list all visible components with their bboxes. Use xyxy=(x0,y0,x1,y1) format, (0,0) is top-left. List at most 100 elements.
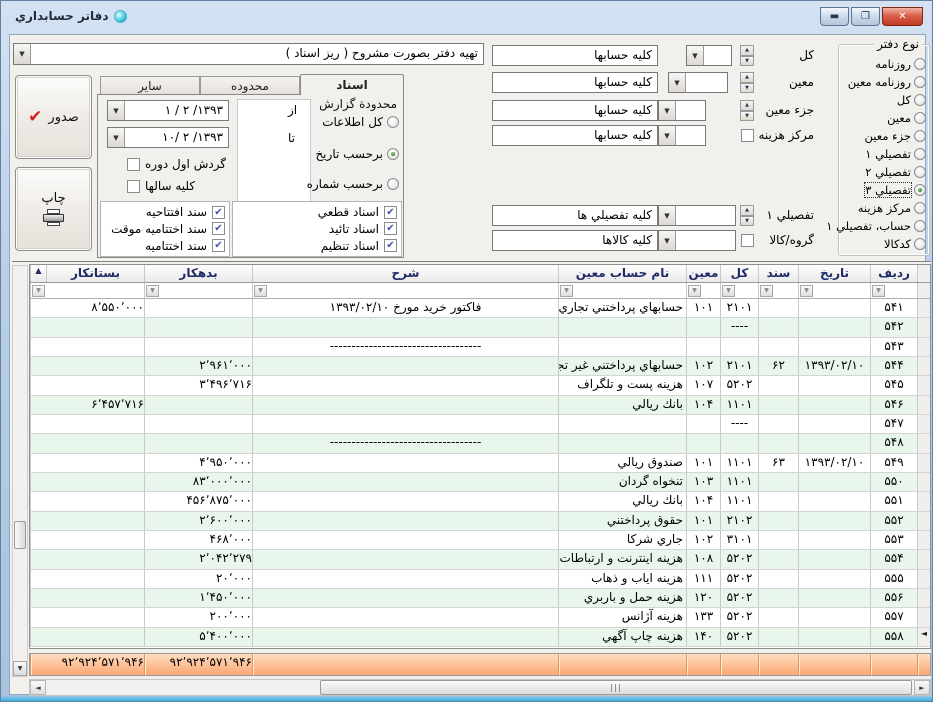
checkbox-icon[interactable] xyxy=(741,129,754,142)
table-row[interactable]: ۵۴۶۱۱۰۱۱۰۴بانك ريالي۶٬۴۵۷٬۷۱۶ xyxy=(30,396,930,415)
table-row[interactable]: ۵۵۰۱۱۰۱۱۰۳تنخواه گردان۸۳٬۰۰۰٬۰۰۰ xyxy=(30,473,930,492)
print-button[interactable]: چاپ xyxy=(15,167,92,251)
checkbox-icon[interactable] xyxy=(741,234,754,247)
book-type-option[interactable]: تفصيلي ۱ xyxy=(841,147,926,161)
account-filter-combo[interactable]: ▼ xyxy=(658,230,736,251)
checkbox-temp-closing-doc[interactable]: ✔ سند اختتاميه موقت xyxy=(105,222,225,236)
book-type-option[interactable]: روزنامه xyxy=(841,57,926,71)
account-filter-combo[interactable]: ▼ xyxy=(668,72,728,93)
from-date-picker[interactable]: ▼ ۱۳۹۳/ ۲ / ۱ xyxy=(107,100,229,121)
column-header-date[interactable]: تاريخ xyxy=(798,265,870,282)
radio-icon[interactable] xyxy=(914,94,926,106)
account-filter-combo[interactable]: ▼ xyxy=(658,205,736,226)
checkbox-checked-icon[interactable]: ✔ xyxy=(212,239,225,252)
table-row[interactable]: ۵۵۳۳۱۰۱۱۰۲جاري شركا۴۶۸٬۰۰۰ xyxy=(30,531,930,550)
column-header-doc[interactable]: سند xyxy=(758,265,798,282)
radio-icon[interactable] xyxy=(914,58,926,70)
issue-button[interactable]: صدور ✔ xyxy=(15,75,92,159)
filter-icon[interactable]: ▼ xyxy=(688,285,701,297)
checkbox-confirmed-docs[interactable]: ✔ اسناد تائيد xyxy=(237,222,397,236)
book-type-option[interactable]: كل xyxy=(841,93,926,107)
spinner-down-icon[interactable]: ▼ xyxy=(740,111,754,122)
table-row[interactable]: ۵۵۵۵۲۰۲۱۱۱هزينه اياب و ذهاب۲۰٬۰۰۰ xyxy=(30,570,930,589)
table-row[interactable]: ۵۴۹۱۳۹۳/۰۲/۱۰۶۳۱۱۰۱۱۰۱صندوق ريالي۴٬۹۵۰٬۰… xyxy=(30,454,930,473)
report-style-combo[interactable]: ▼ تهيه دفتر بصورت مشروح ( ريز اسناد ) xyxy=(13,43,484,65)
tab-other[interactable]: ساير xyxy=(100,76,200,95)
book-type-option[interactable]: معين xyxy=(841,111,926,125)
scroll-right-button[interactable]: ► xyxy=(914,680,930,695)
radio-icon[interactable] xyxy=(914,238,926,250)
filter-icon[interactable]: ▼ xyxy=(872,285,885,297)
account-filter-value[interactable]: كليه كالاها xyxy=(492,230,658,251)
radio-icon[interactable] xyxy=(387,178,399,190)
chevron-down-icon[interactable]: ▼ xyxy=(108,128,125,147)
column-header-row[interactable]: رديف xyxy=(870,265,917,282)
filter-icon[interactable]: ▼ xyxy=(146,285,159,297)
column-header-credit[interactable]: بستانكار xyxy=(46,265,144,282)
checkbox-final-docs[interactable]: ✔ اسناد قطعي xyxy=(237,205,397,219)
checkbox-opening-turnover[interactable]: گردش اول دوره xyxy=(127,157,226,171)
horizontal-scrollbar[interactable]: ◄ ► xyxy=(29,679,931,696)
radio-icon[interactable] xyxy=(914,112,926,124)
column-header-name[interactable]: نام حساب معين xyxy=(558,265,686,282)
table-row[interactable]: ۵۴۵۵۲۰۲۱۰۷هزينه پست و تلگراف۳٬۴۹۶٬۷۱۶ xyxy=(30,376,930,395)
tab-documents[interactable]: اسناد xyxy=(300,74,404,95)
column-header-desc[interactable]: شرح xyxy=(252,265,558,282)
column-header-moein[interactable]: معين xyxy=(686,265,720,282)
title-bar[interactable]: دفاتر حسابداري ▬ ❐ ✕ xyxy=(1,1,932,34)
checkbox-opening-doc[interactable]: ✔ سند افتتاحيه xyxy=(105,205,225,219)
spinner-up-icon[interactable]: ▲ xyxy=(740,45,754,56)
checkbox-checked-icon[interactable]: ✔ xyxy=(384,222,397,235)
account-filter-value[interactable]: كليه حسابها xyxy=(492,72,658,93)
filter-icon[interactable]: ▼ xyxy=(722,285,735,297)
spinner-up-icon[interactable]: ▲ xyxy=(740,100,754,111)
minimize-button[interactable]: ▬ xyxy=(820,7,849,26)
chevron-down-icon[interactable]: ▼ xyxy=(659,206,676,225)
chevron-down-icon[interactable]: ▼ xyxy=(659,126,676,145)
spinner-control[interactable]: ▲▼ xyxy=(740,72,754,93)
range-option-by-number[interactable]: برحسب شماره xyxy=(307,177,399,191)
chevron-down-icon[interactable]: ▼ xyxy=(687,46,704,65)
table-row[interactable]: ۵۵۴۵۲۰۲۱۰۸هزينه اينترنت و ارتباطات راديو… xyxy=(30,550,930,569)
spinner-control[interactable]: ▲▼ xyxy=(740,45,754,66)
radio-icon[interactable] xyxy=(914,220,926,232)
scroll-left-button[interactable]: ◄ xyxy=(30,680,46,695)
table-row[interactable]: ۵۴۸----------------------------------- xyxy=(30,434,930,453)
book-type-option[interactable]: جزء معين xyxy=(841,129,926,143)
to-date-picker[interactable]: ▼ ۱۳۹۳/ ۲ /۱۰ xyxy=(107,127,229,148)
checkbox-checked-icon[interactable]: ✔ xyxy=(384,206,397,219)
checkbox-checked-icon[interactable]: ✔ xyxy=(212,206,225,219)
radio-icon[interactable] xyxy=(914,202,926,214)
checkbox-closing-doc[interactable]: ✔ سند اختتاميه xyxy=(105,239,225,253)
radio-selected-icon[interactable] xyxy=(387,148,399,160)
spinner-down-icon[interactable]: ▼ xyxy=(740,56,754,67)
spinner-control[interactable]: ▲▼ xyxy=(740,100,754,121)
book-type-option[interactable]: تفصيلي ۳ xyxy=(841,183,926,197)
table-row[interactable]: ۵۴۷---- xyxy=(30,415,930,434)
chevron-down-icon[interactable]: ▼ xyxy=(659,231,676,250)
table-row[interactable]: ۵۴۲---- xyxy=(30,318,930,337)
chevron-down-icon[interactable]: ▼ xyxy=(108,101,125,120)
account-filter-combo[interactable]: ▼ xyxy=(658,125,706,146)
maximize-button[interactable]: ❐ xyxy=(851,7,880,26)
header-corner-cell[interactable]: ▲ xyxy=(30,265,46,282)
account-filter-value[interactable]: كليه حسابها xyxy=(492,45,658,66)
table-row[interactable]: ۵۴۳----------------------------------- xyxy=(30,338,930,357)
close-button[interactable]: ✕ xyxy=(882,7,923,26)
book-type-option[interactable]: تفصيلي ۲ xyxy=(841,165,926,179)
spinner-down-icon[interactable]: ▼ xyxy=(740,216,754,227)
checkbox-draft-docs[interactable]: ✔ اسناد تنظيم xyxy=(237,239,397,253)
chevron-down-icon[interactable]: ▼ xyxy=(14,44,31,64)
account-filter-value[interactable]: كليه حسابها xyxy=(492,100,658,121)
radio-icon[interactable] xyxy=(914,130,926,142)
spinner-up-icon[interactable]: ▲ xyxy=(740,72,754,83)
checkbox-checked-icon[interactable]: ✔ xyxy=(212,222,225,235)
table-row[interactable]: ◄۵۵۸۵۲۰۲۱۴۰هزينه چاپ آگهي۵٬۴۰۰٬۰۰۰ xyxy=(30,628,930,647)
range-option-all[interactable]: كل اطلاعات xyxy=(322,115,399,129)
range-option-by-date[interactable]: برحسب تاريخ xyxy=(315,147,399,161)
spinner-up-icon[interactable]: ▲ xyxy=(740,205,754,216)
table-row[interactable]: ۵۵۱۱۱۰۱۱۰۴بانك ريالي۴۵۶٬۸۷۵٬۰۰۰ xyxy=(30,492,930,511)
column-header-kol[interactable]: كل xyxy=(720,265,758,282)
filter-icon[interactable]: ▼ xyxy=(254,285,267,297)
radio-icon[interactable] xyxy=(914,76,926,88)
